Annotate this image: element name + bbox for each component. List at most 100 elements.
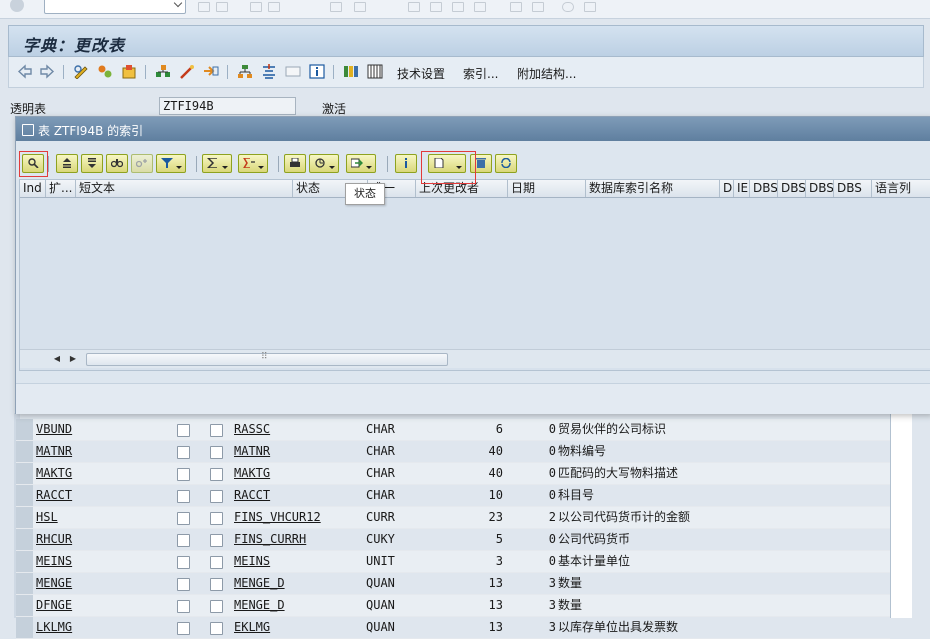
table-row[interactable]: MEINS MEINS UNIT 3 0 基本计量单位 xyxy=(16,551,890,573)
column-header-extension[interactable]: 扩... xyxy=(46,180,76,197)
initial-values-checkbox[interactable] xyxy=(210,490,223,503)
initial-values-checkbox[interactable] xyxy=(210,600,223,613)
enter-icon[interactable] xyxy=(10,0,24,12)
vertical-scrollbar[interactable] xyxy=(890,413,912,618)
sort-descending-button[interactable] xyxy=(81,154,103,173)
field-name[interactable]: MEINS xyxy=(36,551,166,572)
row-selector[interactable] xyxy=(16,441,33,462)
initial-values-checkbox[interactable] xyxy=(210,468,223,481)
column-header-dbs-4[interactable]: DBS xyxy=(834,180,872,197)
scroll-right-icon[interactable]: ▶ xyxy=(66,353,80,365)
data-element[interactable]: FINS_VHCUR12 xyxy=(234,507,364,528)
key-checkbox[interactable] xyxy=(177,600,190,613)
find-next-button[interactable] xyxy=(131,154,153,173)
cancel-icon[interactable] xyxy=(268,2,280,12)
layout-icon[interactable] xyxy=(584,2,596,12)
row-selector[interactable] xyxy=(16,617,33,638)
table-row[interactable]: HSL FINS_VHCUR12 CURR 23 2 以公司代码货币计的金额 xyxy=(16,507,890,529)
info-button[interactable] xyxy=(395,154,417,173)
data-element[interactable]: FINS_CURRH xyxy=(234,529,364,550)
initial-values-checkbox[interactable] xyxy=(210,446,223,459)
field-name[interactable]: LKLMG xyxy=(36,617,166,638)
activate-icon[interactable] xyxy=(97,64,113,79)
table-layout-icon[interactable] xyxy=(367,64,383,79)
initial-values-checkbox[interactable] xyxy=(210,512,223,525)
where-used-icon[interactable] xyxy=(179,64,195,79)
columns-icon[interactable] xyxy=(343,64,359,79)
command-field[interactable] xyxy=(44,0,186,14)
field-name[interactable]: RHCUR xyxy=(36,529,166,550)
key-checkbox[interactable] xyxy=(177,512,190,525)
help-icon[interactable] xyxy=(562,2,574,12)
field-name[interactable]: MAKTG xyxy=(36,463,166,484)
field-name[interactable]: VBUND xyxy=(36,419,166,440)
display-change-icon[interactable] xyxy=(73,64,89,79)
column-header-db-index-name[interactable]: 数据库索引名称 xyxy=(586,180,720,197)
table-name-field[interactable]: ZTFI94B xyxy=(159,97,296,115)
key-checkbox[interactable] xyxy=(177,556,190,569)
key-checkbox[interactable] xyxy=(177,424,190,437)
key-checkbox[interactable] xyxy=(177,490,190,503)
print-icon[interactable] xyxy=(330,2,342,12)
data-element[interactable]: MAKTG xyxy=(234,463,364,484)
initial-values-checkbox[interactable] xyxy=(210,578,223,591)
initial-values-checkbox[interactable] xyxy=(210,556,223,569)
table-row[interactable]: DFNGE MENGE_D QUAN 13 3 数量 xyxy=(16,595,890,617)
column-header-dbs-1[interactable]: DBS xyxy=(750,180,778,197)
column-header-index[interactable]: Ind xyxy=(20,180,46,197)
column-header-dbs-2[interactable]: DBS xyxy=(778,180,806,197)
tree-structure-icon[interactable] xyxy=(237,64,253,79)
navigate-icon[interactable] xyxy=(203,64,219,79)
total-button[interactable] xyxy=(202,154,232,173)
field-name[interactable]: MATNR xyxy=(36,441,166,462)
shortcut-icon[interactable] xyxy=(532,2,544,12)
table-contents-icon[interactable] xyxy=(261,64,277,79)
other-object-icon[interactable] xyxy=(121,64,137,79)
table-row[interactable]: RACCT RACCT CHAR 10 0 科目号 xyxy=(16,485,890,507)
field-name[interactable]: HSL xyxy=(36,507,166,528)
column-header-d[interactable]: D xyxy=(720,180,734,197)
technical-settings-button[interactable]: 技术设置 xyxy=(397,65,445,82)
column-header-dbs-3[interactable]: DBS xyxy=(806,180,834,197)
row-selector[interactable] xyxy=(16,485,33,506)
field-name[interactable]: DFNGE xyxy=(36,595,166,616)
refresh-button[interactable] xyxy=(495,154,517,173)
horizontal-scrollbar[interactable]: ◀ ▶ ⠿ xyxy=(20,349,930,368)
row-selector[interactable] xyxy=(16,573,33,594)
initial-values-checkbox[interactable] xyxy=(210,534,223,547)
data-element[interactable]: EKLMG xyxy=(234,617,364,638)
screen-icon[interactable] xyxy=(285,64,301,79)
table-row[interactable]: MENGE MENGE_D QUAN 13 3 数量 xyxy=(16,573,890,595)
key-checkbox[interactable] xyxy=(177,534,190,547)
column-header-short-text[interactable]: 短文本 xyxy=(76,180,293,197)
new-session-icon[interactable] xyxy=(510,2,522,12)
print-preview-button[interactable] xyxy=(284,154,306,173)
export-button[interactable] xyxy=(346,154,376,173)
field-name[interactable]: MENGE xyxy=(36,573,166,594)
table-row[interactable]: MAKTG MAKTG CHAR 40 0 匹配码的大写物料描述 xyxy=(16,463,890,485)
row-selector[interactable] xyxy=(16,595,33,616)
key-checkbox[interactable] xyxy=(177,578,190,591)
next-page-icon[interactable] xyxy=(452,2,464,12)
info-icon[interactable] xyxy=(309,64,325,79)
find-icon[interactable] xyxy=(354,2,366,12)
initial-values-checkbox[interactable] xyxy=(210,622,223,635)
data-element[interactable]: RASSC xyxy=(234,419,364,440)
back-arrow-icon[interactable] xyxy=(17,64,33,79)
data-element[interactable]: RACCT xyxy=(234,485,364,506)
views-button[interactable] xyxy=(309,154,339,173)
find-button[interactable] xyxy=(106,154,128,173)
save-icon[interactable] xyxy=(216,2,228,12)
data-element[interactable]: MENGE_D xyxy=(234,573,364,594)
row-selector[interactable] xyxy=(16,529,33,550)
sort-ascending-button[interactable] xyxy=(56,154,78,173)
append-structure-button[interactable]: 附加结构... xyxy=(517,65,576,82)
hierarchy-icon[interactable] xyxy=(155,64,171,79)
data-element[interactable]: MATNR xyxy=(234,441,364,462)
prev-page-icon[interactable] xyxy=(430,2,442,12)
index-button[interactable]: 索引... xyxy=(463,65,498,82)
row-selector[interactable] xyxy=(16,419,33,440)
row-selector[interactable] xyxy=(16,551,33,572)
table-row[interactable]: MATNR MATNR CHAR 40 0 物料编号 xyxy=(16,441,890,463)
scroll-left-icon[interactable]: ◀ xyxy=(50,353,64,365)
